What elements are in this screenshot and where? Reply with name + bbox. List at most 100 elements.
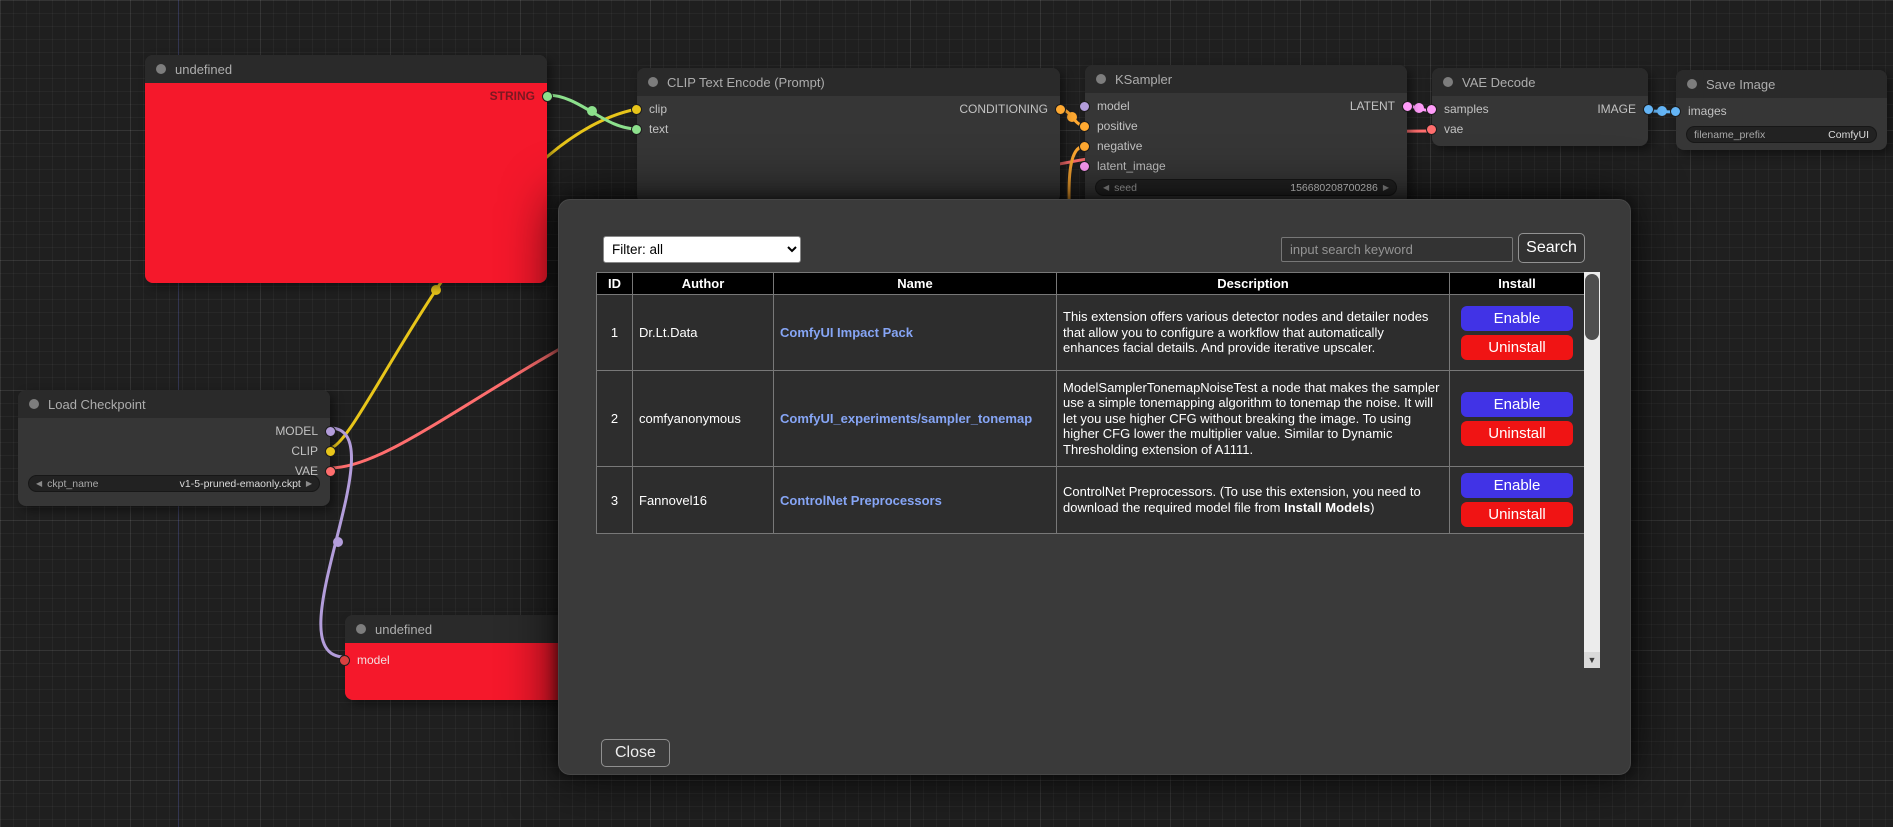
enable-button[interactable]: Enable (1461, 306, 1573, 331)
enable-button[interactable]: Enable (1461, 473, 1573, 498)
filter-select[interactable]: Filter: all (603, 236, 801, 263)
ckpt-prev-arrow-icon[interactable]: ◀ (36, 480, 42, 488)
input-label-model: model (357, 653, 390, 667)
scrollbar-down-arrow-icon[interactable]: ▼ (1584, 652, 1600, 668)
node-title: CLIP Text Encode (Prompt) (667, 75, 825, 90)
table-row: 1 Dr.Lt.Data ComfyUI Impact Pack This ex… (597, 295, 1585, 371)
output-label-latent: LATENT (1350, 99, 1395, 113)
node-title: Save Image (1706, 77, 1775, 92)
wire-string (547, 95, 637, 129)
node-header[interactable]: Load Checkpoint (18, 390, 330, 418)
search-input[interactable] (1281, 237, 1513, 262)
seed-widget-label: seed (1114, 182, 1137, 194)
collapse-dot-icon[interactable] (1096, 74, 1106, 84)
table-header-row: ID Author Name Description Install (597, 273, 1585, 295)
wire-image-dot (1657, 106, 1667, 116)
collapse-dot-icon[interactable] (29, 399, 39, 409)
ckpt-name-widget[interactable]: ◀ ckpt_name v1-5-pruned-emaonly.ckpt ▶ (28, 475, 320, 492)
node-undefined-top[interactable]: undefined STRING (145, 55, 547, 283)
input-label-positive: positive (1097, 119, 1138, 133)
node-header[interactable]: undefined (145, 55, 547, 83)
filename-prefix-label: filename_prefix (1694, 129, 1765, 141)
input-slot-vae[interactable] (1426, 124, 1437, 135)
table-row: 2 comfyanonymous ComfyUI_experiments/sam… (597, 371, 1585, 467)
uninstall-button[interactable]: Uninstall (1461, 335, 1573, 360)
node-title: undefined (175, 62, 232, 77)
node-title: Load Checkpoint (48, 397, 146, 412)
output-slot-model[interactable] (325, 426, 336, 437)
node-header[interactable]: KSampler (1085, 65, 1407, 93)
output-slot-conditioning[interactable] (1055, 104, 1066, 115)
output-slot-image[interactable] (1643, 104, 1654, 115)
table-row: 3 Fannovel16 ControlNet Preprocessors Co… (597, 467, 1585, 534)
extension-link[interactable]: ControlNet Preprocessors (780, 493, 942, 508)
node-clip-text-encode[interactable]: CLIP Text Encode (Prompt) clip CONDITION… (637, 68, 1060, 203)
row-description: ModelSamplerTonemapNoiseTest a node that… (1057, 371, 1450, 467)
output-label-image: IMAGE (1597, 102, 1636, 116)
uninstall-button[interactable]: Uninstall (1461, 502, 1573, 527)
row-author: Dr.Lt.Data (633, 295, 774, 371)
node-body-error: STRING (145, 83, 547, 283)
row-author: Fannovel16 (633, 467, 774, 534)
extension-link[interactable]: ComfyUI_experiments/sampler_tonemap (780, 411, 1032, 426)
input-label-negative: negative (1097, 139, 1142, 153)
input-slot-samples[interactable] (1426, 104, 1437, 115)
scrollbar-thumb[interactable] (1585, 274, 1599, 340)
input-label-model: model (1097, 99, 1130, 113)
extension-link[interactable]: ComfyUI Impact Pack (780, 325, 913, 340)
collapse-dot-icon[interactable] (156, 64, 166, 74)
close-button[interactable]: Close (601, 739, 670, 767)
wire-conditioning-dot (1067, 112, 1077, 122)
node-vae-decode[interactable]: VAE Decode samples IMAGE vae (1432, 68, 1648, 146)
node-title: KSampler (1115, 72, 1172, 87)
header-install: Install (1450, 273, 1585, 295)
output-slot-vae[interactable] (325, 466, 336, 477)
table-scrollbar[interactable]: ▼ (1584, 272, 1600, 668)
input-slot-images[interactable] (1670, 106, 1681, 117)
wire-model-dot (333, 537, 343, 547)
output-label-model: MODEL (275, 424, 318, 438)
input-slot-model[interactable] (1079, 101, 1090, 112)
collapse-dot-icon[interactable] (1443, 77, 1453, 87)
input-slot-clip[interactable] (631, 104, 642, 115)
input-slot-model[interactable] (339, 655, 350, 666)
collapse-dot-icon[interactable] (356, 624, 366, 634)
input-label-clip: clip (649, 102, 667, 116)
filename-prefix-widget[interactable]: filename_prefix ComfyUI (1686, 126, 1877, 143)
collapse-dot-icon[interactable] (1687, 79, 1697, 89)
node-save-image[interactable]: Save Image images filename_prefix ComfyU… (1676, 70, 1887, 150)
seed-widget[interactable]: ◀ seed 156680208700286 ▶ (1095, 179, 1397, 196)
filename-prefix-value: ComfyUI (1828, 129, 1869, 141)
input-slot-positive[interactable] (1079, 121, 1090, 132)
input-slot-latent-image[interactable] (1079, 161, 1090, 172)
node-ksampler[interactable]: KSampler model LATENT positive (1085, 65, 1407, 205)
wire-latent-dot (1414, 103, 1424, 113)
ckpt-widget-value: v1-5-pruned-emaonly.ckpt (180, 478, 301, 490)
node-title: VAE Decode (1462, 75, 1535, 90)
collapse-dot-icon[interactable] (648, 77, 658, 87)
output-slot-latent[interactable] (1402, 101, 1413, 112)
ckpt-next-arrow-icon[interactable]: ▶ (306, 480, 312, 488)
row-author: comfyanonymous (633, 371, 774, 467)
header-description: Description (1057, 273, 1450, 295)
seed-increment-arrow-icon[interactable]: ▶ (1383, 184, 1389, 192)
row-id: 2 (597, 371, 633, 467)
input-label-images: images (1688, 104, 1727, 118)
seed-decrement-arrow-icon[interactable]: ◀ (1103, 184, 1109, 192)
row-id: 1 (597, 295, 633, 371)
input-slot-negative[interactable] (1079, 141, 1090, 152)
node-title: undefined (375, 622, 432, 637)
comfyui-canvas[interactable]: undefined STRING CLIP Text Encode (Promp… (0, 0, 1893, 827)
uninstall-button[interactable]: Uninstall (1461, 421, 1573, 446)
node-header[interactable]: CLIP Text Encode (Prompt) (637, 68, 1060, 96)
output-slot-string[interactable] (542, 91, 553, 102)
enable-button[interactable]: Enable (1461, 392, 1573, 417)
node-load-checkpoint[interactable]: Load Checkpoint MODEL CLIP VAE (18, 390, 330, 506)
header-author: Author (633, 273, 774, 295)
row-description: This extension offers various detector n… (1057, 295, 1450, 371)
node-header[interactable]: Save Image (1676, 70, 1887, 98)
search-button[interactable]: Search (1518, 233, 1585, 263)
node-header[interactable]: VAE Decode (1432, 68, 1648, 96)
output-slot-clip[interactable] (325, 446, 336, 457)
input-slot-text[interactable] (631, 124, 642, 135)
